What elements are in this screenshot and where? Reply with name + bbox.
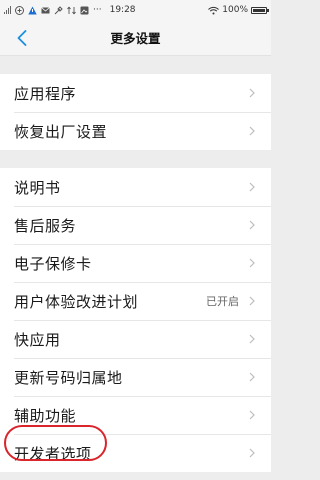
data-icon: [67, 6, 76, 15]
row-after-sales[interactable]: 售后服务: [0, 206, 271, 244]
row-manual[interactable]: 说明书: [0, 168, 271, 206]
row-label: 辅助功能: [14, 406, 77, 425]
row-label: 恢复出厂设置: [14, 122, 108, 141]
header: 更多设置: [0, 20, 271, 56]
row-label: 开发者选项: [14, 444, 92, 463]
chevron-right-icon: [247, 409, 257, 421]
row-accessibility[interactable]: 辅助功能: [0, 396, 271, 434]
chevron-right-icon: [247, 87, 257, 99]
status-left: ··· 19:28: [4, 5, 136, 15]
chevron-right-icon: [247, 333, 257, 345]
wifi-icon: [208, 6, 220, 15]
row-label: 更新号码归属地: [14, 368, 123, 387]
section-gap: [0, 150, 271, 168]
page-title: 更多设置: [110, 31, 161, 46]
battery-icon: [251, 6, 269, 14]
row-ux-program[interactable]: 用户体验改进计划 已开启: [0, 282, 271, 320]
row-label: 用户体验改进计划: [14, 292, 139, 311]
alert-icon: [15, 5, 24, 15]
status-bar: ··· 19:28 100%: [0, 0, 271, 20]
row-apps[interactable]: 应用程序: [0, 74, 271, 112]
chevron-right-icon: [247, 181, 257, 193]
battery-percent: 100%: [222, 5, 248, 15]
row-developer-options[interactable]: 开发者选项: [0, 434, 271, 472]
row-e-warranty[interactable]: 电子保修卡: [0, 244, 271, 282]
chevron-right-icon: [247, 219, 257, 231]
status-time: 19:28: [109, 5, 136, 15]
row-label: 说明书: [14, 178, 61, 197]
chevron-right-icon: [247, 257, 257, 269]
chevron-right-icon: [247, 125, 257, 137]
row-label: 应用程序: [14, 84, 77, 103]
more-icon: ···: [93, 5, 102, 15]
mail-icon: [41, 6, 50, 15]
row-update-number-location[interactable]: 更新号码归属地: [0, 358, 271, 396]
tools-icon: [54, 5, 63, 15]
settings-group-more: 说明书 售后服务 电子保修卡 用户体验改进计划 已开启 快应用 更新号码归属地 …: [0, 168, 271, 472]
row-label: 售后服务: [14, 216, 77, 235]
chevron-right-icon: [247, 447, 257, 459]
chevron-right-icon: [247, 371, 257, 383]
chevron-right-icon: [247, 295, 257, 307]
row-factory-reset[interactable]: 恢复出厂设置: [0, 112, 271, 150]
chevron-left-icon: [17, 30, 27, 46]
warning-icon: [28, 6, 37, 15]
settings-group-apps: 应用程序 恢复出厂设置: [0, 74, 271, 150]
signal-icon: [4, 6, 11, 14]
back-button[interactable]: [10, 26, 34, 50]
row-quick-apps[interactable]: 快应用: [0, 320, 271, 358]
row-status-value: 已开启: [206, 295, 239, 308]
image-icon: [80, 6, 89, 15]
row-label: 电子保修卡: [14, 254, 92, 273]
section-gap: [0, 56, 271, 74]
row-label: 快应用: [14, 330, 61, 349]
status-right: 100%: [208, 5, 269, 15]
